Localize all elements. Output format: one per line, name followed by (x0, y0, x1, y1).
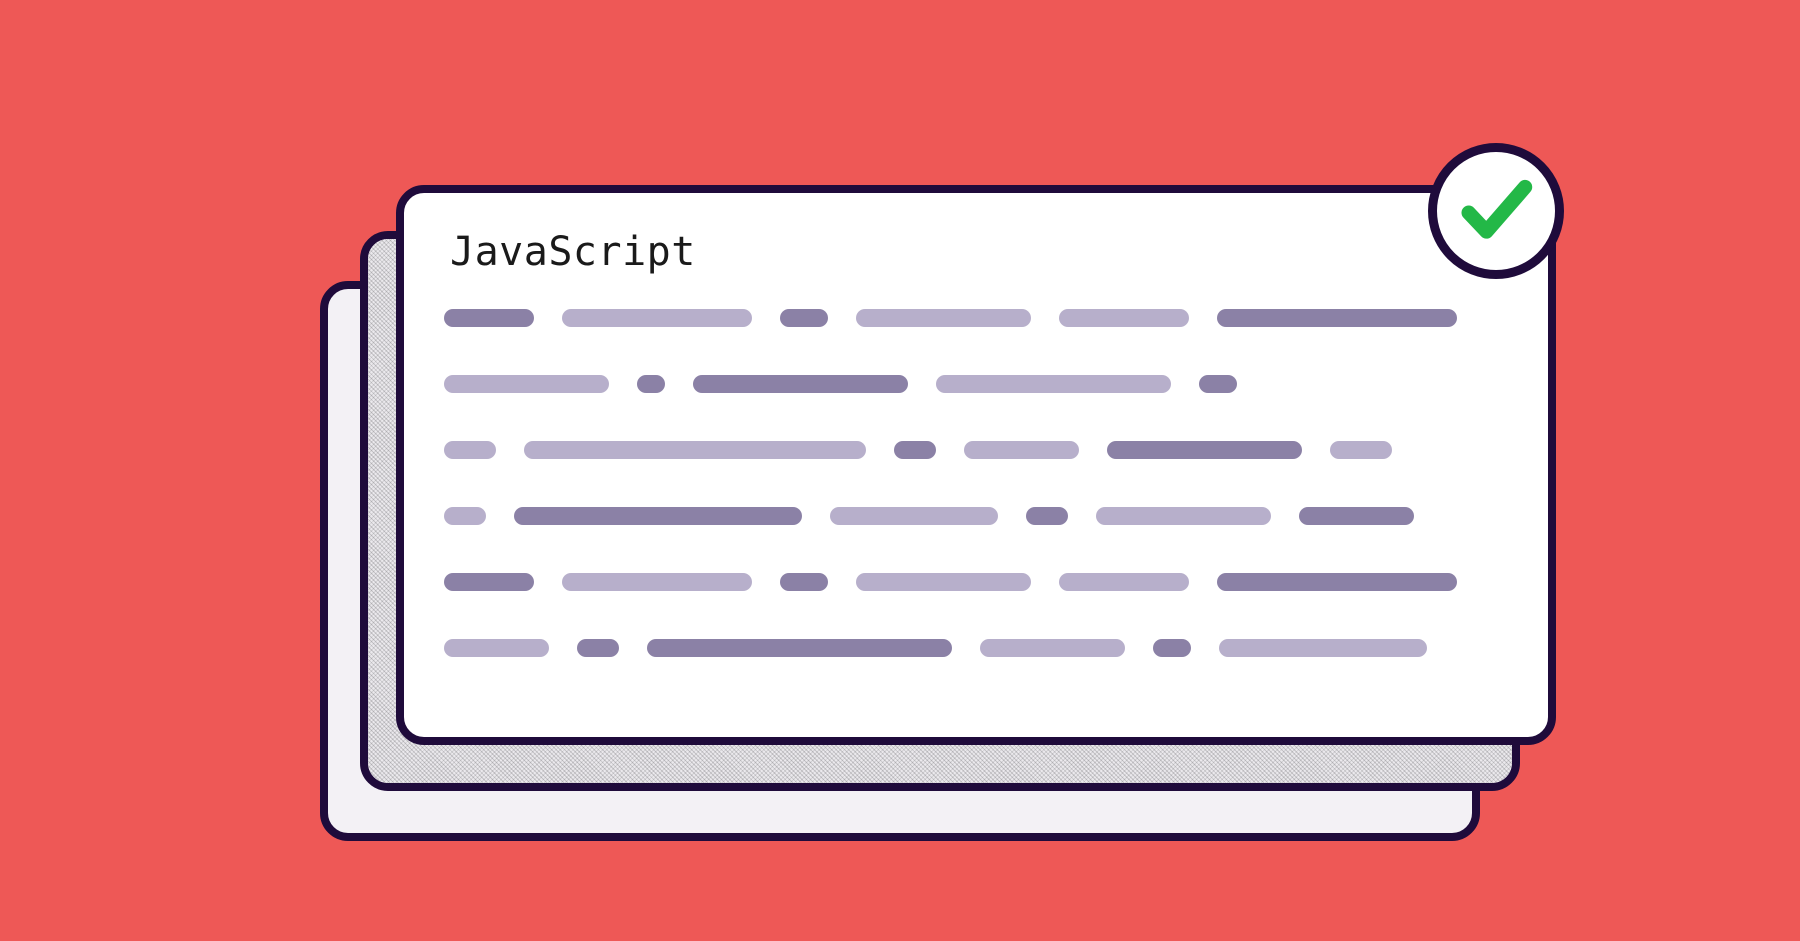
code-line (444, 507, 1508, 525)
code-segment (514, 507, 802, 525)
code-segment (830, 507, 998, 525)
card-stack: JavaScript (320, 171, 1480, 771)
code-segment (1217, 573, 1457, 591)
code-segment (936, 375, 1171, 393)
code-segment (444, 309, 534, 327)
card-title: JavaScript (450, 229, 1508, 275)
code-segment (980, 639, 1125, 657)
code-segment (780, 573, 828, 591)
code-segment (1096, 507, 1271, 525)
code-line (444, 573, 1508, 591)
code-segment (1107, 441, 1302, 459)
code-segment (856, 309, 1031, 327)
code-segment (444, 639, 549, 657)
code-segment (637, 375, 665, 393)
code-segment (964, 441, 1079, 459)
code-segment (444, 441, 496, 459)
code-segment (1026, 507, 1068, 525)
code-segment (524, 441, 866, 459)
code-line (444, 441, 1508, 459)
code-segment (444, 507, 486, 525)
code-segment (444, 375, 609, 393)
code-segment (562, 309, 752, 327)
code-segment (1299, 507, 1414, 525)
code-line (444, 639, 1508, 657)
code-segment (1217, 309, 1457, 327)
success-badge (1428, 143, 1564, 279)
checkmark-icon (1455, 170, 1537, 252)
code-segment (1059, 573, 1189, 591)
code-segment (780, 309, 828, 327)
code-line (444, 375, 1508, 393)
code-segment (444, 573, 534, 591)
code-segment (1330, 441, 1392, 459)
code-line (444, 309, 1508, 327)
card-front: JavaScript (396, 185, 1556, 745)
code-segment (1153, 639, 1191, 657)
code-segment (1219, 639, 1427, 657)
code-segment (562, 573, 752, 591)
code-segment (1059, 309, 1189, 327)
code-segment (577, 639, 619, 657)
code-segment (647, 639, 952, 657)
code-segment (693, 375, 908, 393)
code-placeholder-lines (444, 309, 1508, 657)
code-segment (1199, 375, 1237, 393)
code-segment (894, 441, 936, 459)
code-segment (856, 573, 1031, 591)
